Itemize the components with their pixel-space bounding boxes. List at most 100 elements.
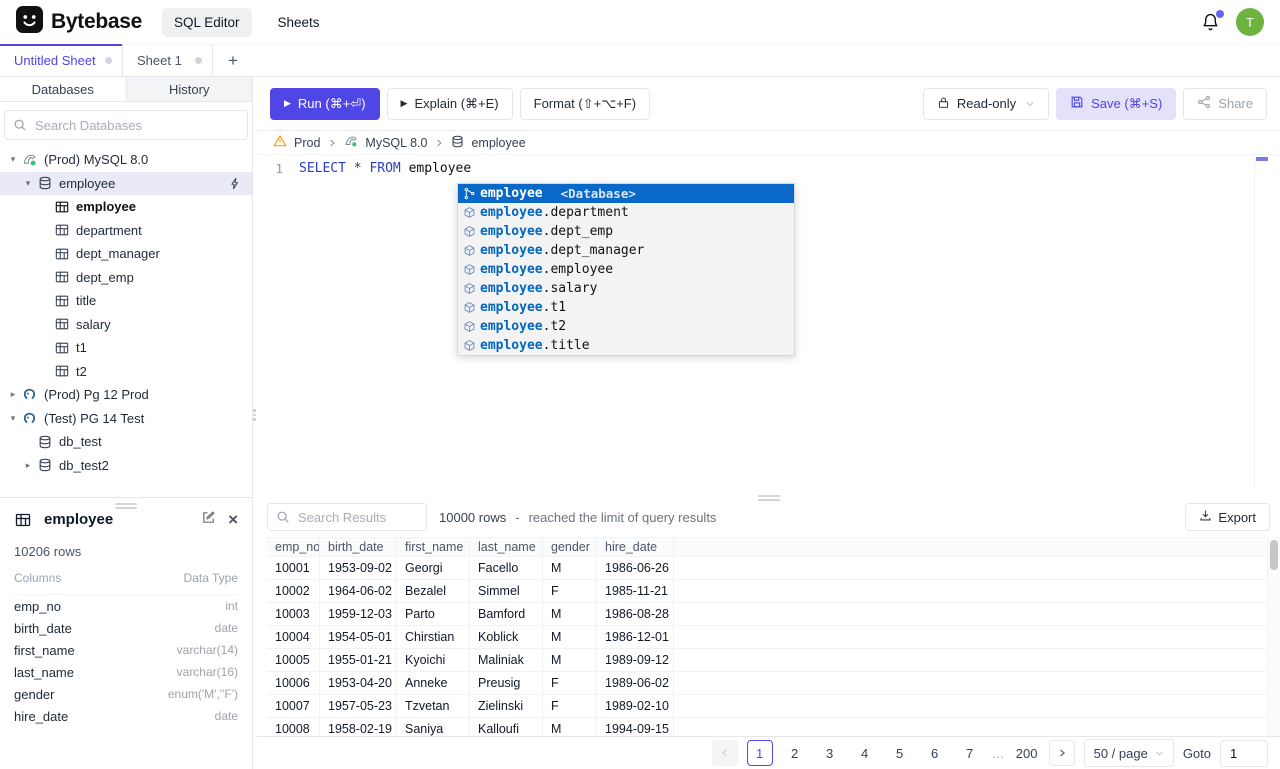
chevron-down-icon [1025,99,1035,109]
page-3[interactable]: 3 [817,740,843,766]
edit-icon[interactable] [201,510,216,529]
tree-database-db-test[interactable]: db_test [0,430,252,454]
tab-untitled-sheet[interactable]: Untitled Sheet [0,44,123,76]
next-page-button[interactable] [1048,740,1075,766]
table-row[interactable]: 10005 1955-01-21 Kyoichi Maliniak M 1989-09-1… [267,649,1266,672]
bell-icon[interactable] [1201,9,1224,32]
tab-history[interactable]: History [127,77,253,101]
table-row[interactable]: 10001 1953-09-02 Georgi Facello M 1986-06-26 [267,557,1266,580]
tree-table-employee[interactable]: employee [0,195,252,219]
tree-table-dept-emp[interactable]: dept_emp [0,266,252,290]
suggestion-item[interactable]: employee .t1 [458,298,794,317]
column-header[interactable]: emp_no [267,538,320,556]
tree-table-department[interactable]: department [0,219,252,243]
suggestion-item[interactable]: employee .department [458,203,794,222]
tree-table-title[interactable]: title [0,289,252,313]
table-row[interactable]: 10008 1958-02-19 Saniya Kalloufi M 1994-09-15 [267,718,1266,736]
limit-note: reached the limit of query results [528,509,717,525]
page-2[interactable]: 2 [782,740,808,766]
close-icon[interactable]: × [228,511,238,528]
page-size-select[interactable]: 50 / page [1083,739,1174,767]
database-icon [36,433,53,450]
page-5[interactable]: 5 [887,740,913,766]
prev-page-button[interactable] [711,740,738,766]
results-resize-divider[interactable] [257,490,1280,501]
tree-table-t1[interactable]: t1 [0,336,252,360]
avatar[interactable]: T [1236,8,1264,36]
page-7[interactable]: 7 [957,740,983,766]
sql-editor[interactable]: 1 SELECT * FROM employee employee <Datab… [257,154,1280,490]
chevron-down-icon[interactable]: ▾ [5,413,21,424]
nav-sql-editor[interactable]: SQL Editor [161,7,252,37]
page-200[interactable]: 200 [1014,740,1040,766]
panel-resize-handle[interactable] [757,493,780,503]
tree-instance-pg12[interactable]: ▸ (Prod) Pg 12 Prod [0,383,252,407]
table-icon [53,363,70,380]
page-1[interactable]: 1 [746,740,773,766]
code-line[interactable]: 1 SELECT * FROM employee [257,159,1280,178]
bytebase-logo[interactable]: Bytebase [16,5,142,39]
run-button[interactable]: ▶ Run (⌘+⏎) [270,87,380,120]
suggestion-item[interactable]: employee .title [458,336,794,355]
table-row[interactable]: 10004 1954-05-01 Chirstian Koblick M 1986-12-… [267,626,1266,649]
divider-handle[interactable] [253,407,256,423]
tree-database-employee[interactable]: ▾ employee [0,171,252,195]
chevron-right-icon[interactable]: ▸ [5,389,21,400]
suggestion-item[interactable]: employee .dept_manager [458,241,794,260]
share-button[interactable]: Share [1183,87,1267,120]
page-ellipsis[interactable]: … [992,746,1005,761]
breadcrumb: Prod MySQL 8.0 employee [257,130,1280,154]
columns-header: Columns [14,571,62,585]
tab-databases[interactable]: Databases [0,77,127,101]
nav-sheets[interactable]: Sheets [266,8,332,37]
table-row[interactable]: 10003 1959-12-03 Parto Bamford M 1986-08-28 [267,603,1266,626]
table-suggestion-icon [461,262,478,278]
table-row[interactable]: 10007 1957-05-23 Tzvetan Zielinski F 1989-02-… [267,695,1266,718]
page-4[interactable]: 4 [852,740,878,766]
tab-sheet-1[interactable]: Sheet 1 [123,45,213,76]
search-results-input[interactable] [267,503,427,531]
format-button[interactable]: Format (⇧+⌥+F) [519,87,651,120]
goto-page-input[interactable] [1220,739,1268,767]
breadcrumb-database[interactable]: employee [471,136,525,150]
tree-instance-mysql[interactable]: ▾ (Prod) MySQL 8.0 [0,148,252,172]
table-scrollbar[interactable] [1267,537,1280,736]
search-databases-input[interactable] [4,110,248,140]
chevron-down-icon[interactable]: ▾ [20,178,36,189]
suggestion-item[interactable]: employee .dept_emp [458,222,794,241]
readonly-dropdown[interactable]: Read-only [922,87,1050,120]
breadcrumb-instance[interactable]: MySQL 8.0 [365,136,427,150]
bolt-icon[interactable] [229,177,242,190]
table-row[interactable]: 10006 1953-04-20 Anneke Preusig F 1989-06-02 [267,672,1266,695]
export-button[interactable]: Export [1185,503,1270,531]
suggestion-item-database[interactable]: employee <Database> [458,184,794,203]
tree-table-salary[interactable]: salary [0,313,252,337]
column-header[interactable]: birth_date [320,538,397,556]
suggestion-item[interactable]: employee .employee [458,260,794,279]
sheet-tab-label: Sheet 1 [137,53,182,68]
save-button[interactable]: Save (⌘+S) [1056,87,1177,120]
scrollbar-thumb[interactable] [1270,540,1278,570]
table-suggestion-icon [461,224,478,240]
column-header[interactable]: last_name [470,538,543,556]
add-sheet-button[interactable]: + [213,45,253,76]
table-row[interactable]: 10002 1964-06-02 Bezalel Simmel F 1985-11-21 [267,580,1266,603]
table-suggestion-icon [461,338,478,354]
tree-table-dept-manager[interactable]: dept_manager [0,242,252,266]
column-header[interactable]: gender [543,538,597,556]
column-header[interactable]: first_name [397,538,470,556]
column-header[interactable]: hire_date [597,538,674,556]
tree-instance-pg14[interactable]: ▾ (Test) PG 14 Test [0,407,252,431]
suggestion-item[interactable]: employee .salary [458,279,794,298]
page-6[interactable]: 6 [922,740,948,766]
chevron-down-icon[interactable]: ▾ [5,154,21,165]
search-icon [276,510,290,524]
panel-resize-handle[interactable] [115,501,137,511]
explain-button[interactable]: ▶ Explain (⌘+E) [386,87,513,120]
tree-database-db-test2[interactable]: ▸ db_test2 [0,454,252,478]
breadcrumb-environment[interactable]: Prod [294,136,320,150]
database-tree: ▾ (Prod) MySQL 8.0 ▾ employee employee d… [0,144,252,497]
chevron-right-icon[interactable]: ▸ [20,460,36,471]
tree-table-t2[interactable]: t2 [0,360,252,384]
suggestion-item[interactable]: employee .t2 [458,317,794,336]
